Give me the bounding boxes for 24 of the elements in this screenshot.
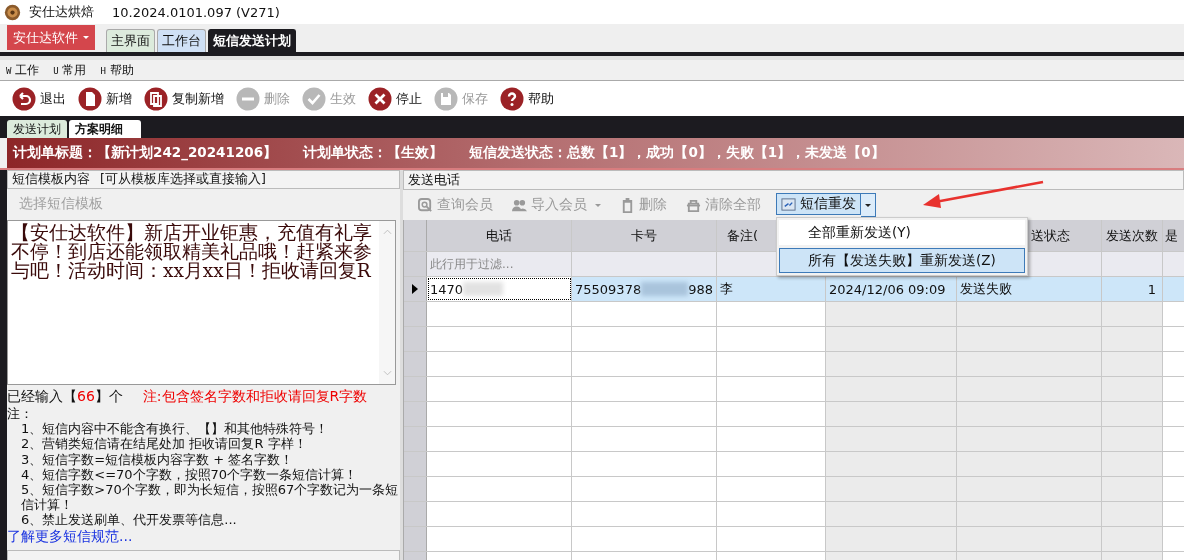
panel-hint: [可从模板库选择或直接输入] — [100, 171, 266, 189]
note-line: 1、短信内容中不能含有换行、【】和其他特殊符号！ — [20, 421, 330, 437]
plan-status: 计划单状态：【生效】 — [303, 144, 444, 162]
table-cell: 李 — [717, 277, 826, 301]
message-text: 【安仕达软件】新店开业钜惠，充值有礼享不停！到店还能领取精美礼品哦！赶紧来参与吧！活动时间：xx月xx日！拒收请回复R — [10, 220, 373, 283]
note-line: 5、短信字数>70个字数，即为长短信，按照67个字数记为一条短信计算！ — [20, 482, 400, 513]
panel-title: 短信模板内容 — [12, 171, 90, 189]
notes-title: 注： — [7, 405, 34, 422]
table-cell: 1470 — [427, 277, 572, 301]
app-name: 安仕达烘焙 — [29, 3, 94, 21]
note-line: 2、营销类短信请在结尾处加 拒收请回复R 字样！ — [20, 436, 308, 452]
note-line: 4、短信字数<=70个字数，按照70个字数一条短信计算！ — [20, 466, 359, 482]
count-note: 注:包含签名字数和拒收请回复R字数 — [142, 387, 368, 406]
plan-title: 计划单标题：【新计划242_20241206】 — [13, 144, 278, 162]
char-count-label: 已经输入【66】个 — [7, 387, 123, 406]
table-cell: 2024/12/06 09:09 — [826, 277, 957, 301]
note-line: 6、禁止发送刷单、代开发票等信息... — [20, 512, 238, 528]
panel-title: 发送电话 — [408, 171, 460, 189]
table-cell: 75509378 988 — [572, 277, 717, 301]
send-status: 短信发送状态：总数【1】，成功【0】，失败【1】，未发送【0】 — [469, 144, 885, 162]
note-line: 3、短信字数=短信模板内容字数 + 签名字数！ — [20, 451, 295, 467]
table-cell: 发送失败 — [957, 277, 1102, 301]
table-cell: 1 — [1102, 277, 1163, 301]
app-version: 10.2024.0101.097 (V271) — [112, 4, 280, 20]
